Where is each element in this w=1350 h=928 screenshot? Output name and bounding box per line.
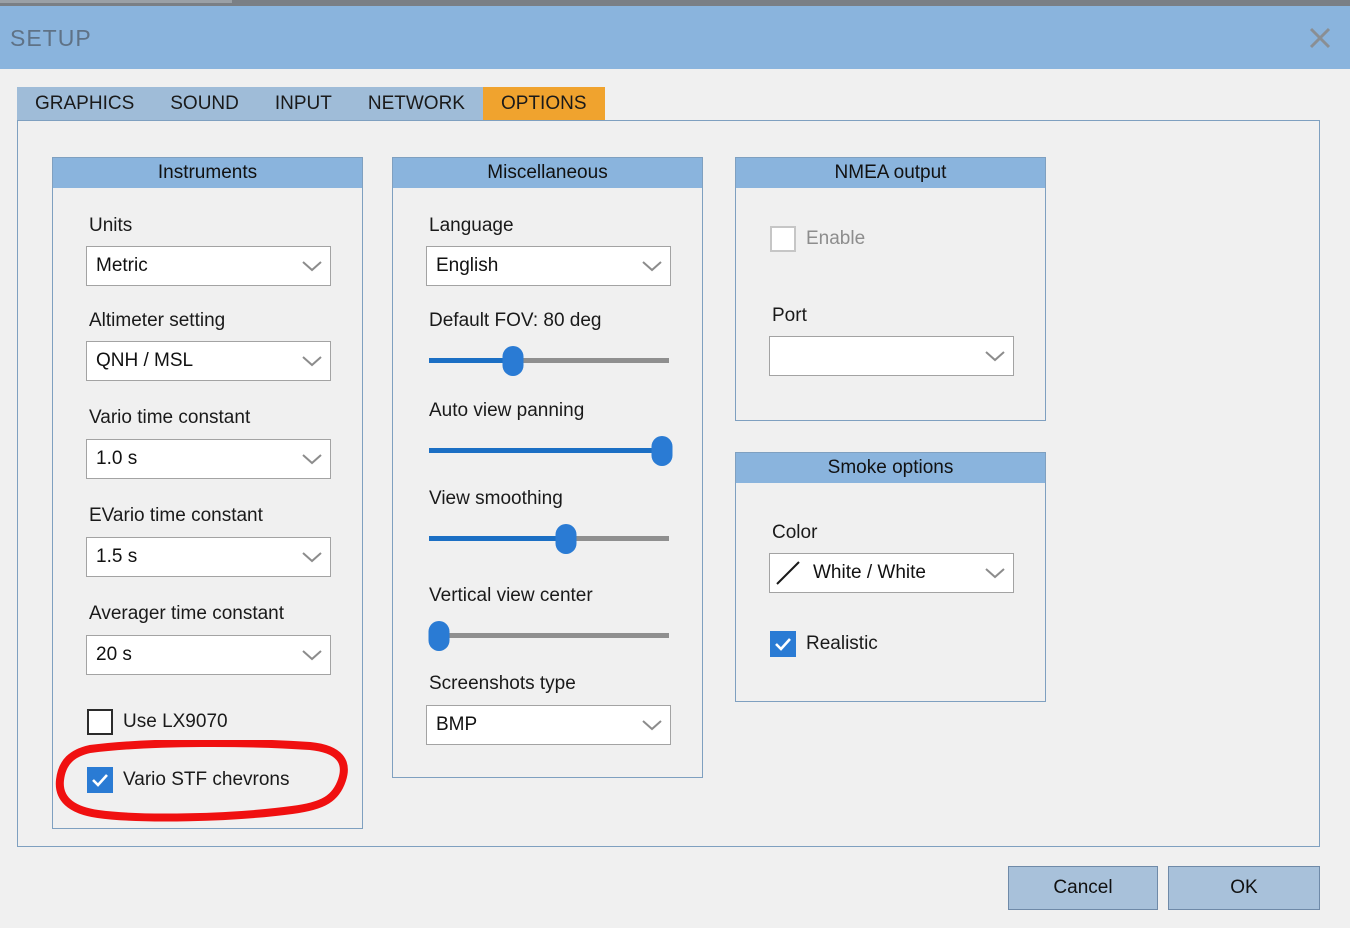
tab-input[interactable]: INPUT bbox=[256, 87, 350, 121]
vario-time-constant-combo-value: 1.0 s bbox=[96, 448, 138, 469]
vario-stf-chevrons-label: Vario STF chevrons bbox=[123, 769, 290, 790]
vertical-view-center-label: Vertical view center bbox=[429, 585, 593, 606]
vario-time-constant-combo[interactable]: 1.0 s bbox=[86, 439, 331, 479]
nmea-port-combo[interactable] bbox=[769, 336, 1014, 376]
tab-network[interactable]: NETWORK bbox=[349, 87, 483, 121]
tab-options[interactable]: OPTIONS bbox=[482, 87, 605, 121]
units-combo[interactable]: Metric bbox=[86, 246, 331, 286]
language-label: Language bbox=[429, 215, 514, 236]
evario-time-constant-combo-value: 1.5 s bbox=[96, 546, 138, 567]
smoke-options-group: Smoke options Color White / White Realis… bbox=[735, 452, 1046, 702]
averager-time-constant-combo[interactable]: 20 s bbox=[86, 635, 331, 675]
chevron-down-icon bbox=[294, 354, 330, 368]
slider-thumb[interactable] bbox=[502, 346, 524, 376]
slider-fill bbox=[429, 358, 513, 363]
chevron-down-icon bbox=[294, 648, 330, 662]
instruments-group: Instruments Units Metric Altimeter setti… bbox=[52, 157, 363, 829]
checkbox-box bbox=[770, 631, 796, 657]
altimeter-setting-combo-value: QNH / MSL bbox=[96, 350, 194, 371]
options-tab-panel: Instruments Units Metric Altimeter setti… bbox=[17, 120, 1320, 847]
units-label: Units bbox=[89, 215, 133, 236]
evario-time-constant-label: EVario time constant bbox=[89, 505, 263, 526]
nmea-output-group-title: NMEA output bbox=[736, 158, 1045, 188]
averager-time-constant-label: Averager time constant bbox=[89, 603, 285, 624]
ok-button[interactable]: OK bbox=[1168, 866, 1320, 910]
checkbox-box bbox=[87, 709, 113, 735]
screenshots-type-combo-value: BMP bbox=[436, 714, 478, 735]
default-fov-label: Default FOV: 80 deg bbox=[429, 310, 602, 331]
nmea-output-group-body: Enable Port bbox=[736, 188, 1045, 420]
miscellaneous-group-title: Miscellaneous bbox=[393, 158, 702, 188]
chevron-down-icon bbox=[977, 566, 1013, 580]
nmea-port-label: Port bbox=[772, 305, 807, 326]
chevron-down-icon bbox=[634, 259, 670, 273]
cancel-button[interactable]: Cancel bbox=[1008, 866, 1158, 910]
title-bar: SETUP bbox=[0, 6, 1350, 69]
tab-graphics[interactable]: GRAPHICS bbox=[17, 87, 153, 121]
vertical-view-center-slider[interactable] bbox=[428, 616, 669, 656]
auto-view-panning-label: Auto view panning bbox=[429, 400, 585, 421]
slider-track bbox=[429, 633, 669, 638]
miscellaneous-group: Miscellaneous Language English Default F… bbox=[392, 157, 703, 778]
default-fov-slider[interactable] bbox=[429, 341, 669, 381]
chevron-down-icon bbox=[294, 452, 330, 466]
smoke-color-combo-value: White / White bbox=[813, 562, 926, 583]
tab-sound[interactable]: SOUND bbox=[152, 87, 257, 121]
screenshots-type-combo[interactable]: BMP bbox=[426, 705, 671, 745]
instruments-group-title: Instruments bbox=[53, 158, 362, 188]
nmea-enable-checkbox[interactable]: Enable bbox=[770, 226, 865, 252]
auto-view-panning-slider[interactable] bbox=[429, 431, 673, 471]
miscellaneous-group-body: Language English Default FOV: 80 deg Aut… bbox=[393, 188, 702, 777]
chevron-down-icon bbox=[294, 550, 330, 564]
smoke-options-group-body: Color White / White Realistic bbox=[736, 483, 1045, 701]
nmea-output-group: NMEA output Enable Port bbox=[735, 157, 1046, 421]
view-smoothing-label: View smoothing bbox=[429, 488, 563, 509]
checkbox-box bbox=[87, 767, 113, 793]
smoke-realistic-label: Realistic bbox=[806, 633, 878, 654]
vario-time-constant-label: Vario time constant bbox=[89, 407, 251, 428]
tab-bar: GRAPHICS SOUND INPUT NETWORK OPTIONS bbox=[17, 87, 605, 121]
smoke-options-group-title: Smoke options bbox=[736, 453, 1045, 483]
vario-stf-chevrons-checkbox[interactable]: Vario STF chevrons bbox=[87, 767, 289, 793]
window-top-edge-highlight bbox=[0, 0, 232, 3]
window-title: SETUP bbox=[10, 25, 92, 51]
smoke-color-combo[interactable]: White / White bbox=[769, 553, 1014, 593]
averager-time-constant-combo-value: 20 s bbox=[96, 644, 132, 665]
smoke-realistic-checkbox[interactable]: Realistic bbox=[770, 631, 878, 657]
language-combo-value: English bbox=[436, 255, 499, 276]
checkbox-box bbox=[770, 226, 796, 252]
slider-thumb[interactable] bbox=[428, 621, 450, 651]
altimeter-setting-label: Altimeter setting bbox=[89, 310, 226, 331]
evario-time-constant-combo[interactable]: 1.5 s bbox=[86, 537, 331, 577]
use-lx9070-label: Use LX9070 bbox=[123, 711, 228, 732]
use-lx9070-checkbox[interactable]: Use LX9070 bbox=[87, 709, 228, 735]
instruments-group-body: Units Metric Altimeter setting QNH / MSL… bbox=[53, 188, 362, 828]
slider-thumb[interactable] bbox=[651, 436, 673, 466]
slider-thumb[interactable] bbox=[555, 524, 577, 554]
slider-fill bbox=[429, 536, 566, 541]
slider-fill bbox=[429, 448, 662, 453]
close-icon[interactable] bbox=[1298, 18, 1342, 58]
chevron-down-icon bbox=[977, 349, 1013, 363]
chevron-down-icon bbox=[294, 259, 330, 273]
smoke-color-label: Color bbox=[772, 522, 818, 543]
screenshots-type-label: Screenshots type bbox=[429, 673, 576, 694]
altimeter-setting-combo[interactable]: QNH / MSL bbox=[86, 341, 331, 381]
diagonal-line-swatch-icon bbox=[774, 554, 804, 592]
nmea-enable-label: Enable bbox=[806, 228, 866, 249]
chevron-down-icon bbox=[634, 718, 670, 732]
language-combo[interactable]: English bbox=[426, 246, 671, 286]
units-combo-value: Metric bbox=[96, 255, 148, 276]
view-smoothing-slider[interactable] bbox=[429, 519, 669, 559]
